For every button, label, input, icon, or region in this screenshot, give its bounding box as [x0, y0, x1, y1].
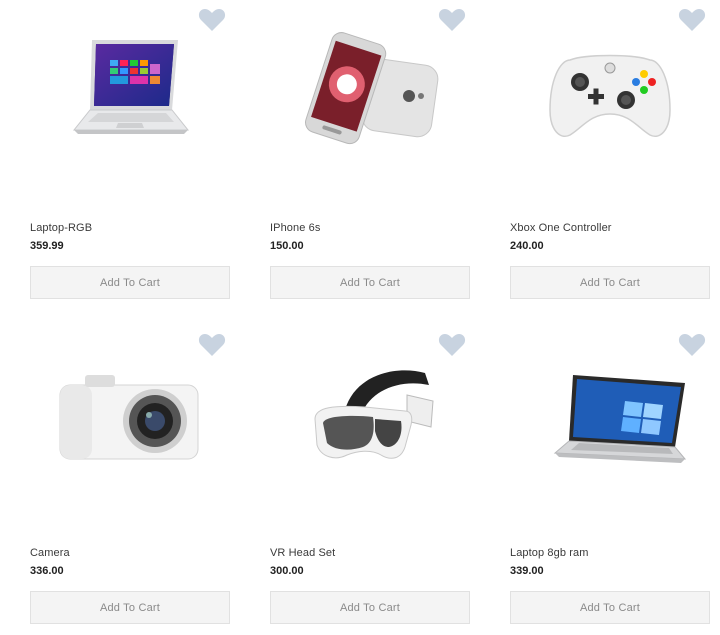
add-to-cart-button[interactable]: Add To Cart — [30, 266, 230, 299]
product-price: 339.00 — [510, 565, 544, 577]
product-name[interactable]: IPhone 6s — [270, 222, 320, 234]
product-name[interactable]: Laptop-RGB — [30, 222, 92, 234]
camera-icon — [59, 375, 199, 460]
wishlist-heart-icon[interactable] — [198, 333, 228, 361]
wishlist-heart-icon[interactable] — [198, 8, 228, 36]
laptop-icon — [72, 40, 190, 134]
add-to-cart-button[interactable]: Add To Cart — [270, 266, 470, 299]
product-name[interactable]: Laptop 8gb ram — [510, 547, 588, 559]
wishlist-heart-icon[interactable] — [438, 333, 468, 361]
vr-headset-icon — [314, 370, 434, 459]
product-price: 150.00 — [270, 240, 304, 252]
wishlist-heart-icon[interactable] — [678, 333, 708, 361]
wishlist-heart-icon[interactable] — [438, 8, 468, 36]
product-name[interactable]: Camera — [30, 547, 70, 559]
add-to-cart-button[interactable]: Add To Cart — [510, 591, 710, 624]
product-price: 300.00 — [270, 565, 304, 577]
add-to-cart-button[interactable]: Add To Cart — [30, 591, 230, 624]
wishlist-heart-icon[interactable] — [678, 8, 708, 36]
laptop-icon — [553, 375, 687, 463]
product-price: 336.00 — [30, 565, 64, 577]
add-to-cart-button[interactable]: Add To Cart — [270, 591, 470, 624]
smartphone-icon — [305, 32, 439, 145]
product-name[interactable]: Xbox One Controller — [510, 222, 612, 234]
add-to-cart-button[interactable]: Add To Cart — [510, 266, 710, 299]
gamepad-icon — [549, 54, 671, 137]
product-price: 240.00 — [510, 240, 544, 252]
product-name[interactable]: VR Head Set — [270, 547, 335, 559]
product-price: 359.99 — [30, 240, 64, 252]
